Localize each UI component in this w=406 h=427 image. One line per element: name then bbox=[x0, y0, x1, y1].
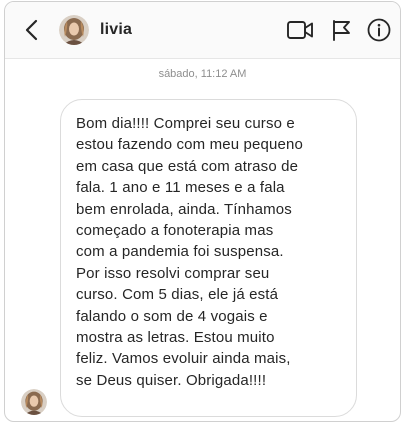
flag-icon[interactable] bbox=[331, 19, 351, 41]
avatar[interactable] bbox=[59, 15, 89, 45]
message-text: Bom dia!!!! Comprei seu curso e estou fa… bbox=[76, 115, 304, 389]
message-bubble[interactable]: Bom dia!!!! Comprei seu curso e estou fa… bbox=[60, 99, 357, 417]
sender-avatar[interactable] bbox=[21, 389, 47, 415]
chevron-left-icon[interactable] bbox=[21, 17, 43, 43]
chat-window: livia sábado, 11:12 AM Bom dia!!!! Compr… bbox=[4, 1, 401, 422]
username[interactable]: livia bbox=[100, 21, 132, 39]
info-icon[interactable] bbox=[367, 18, 391, 42]
chat-header: livia bbox=[5, 2, 400, 59]
message-timestamp: sábado, 11:12 AM bbox=[158, 68, 247, 80]
video-call-icon[interactable] bbox=[286, 19, 314, 41]
